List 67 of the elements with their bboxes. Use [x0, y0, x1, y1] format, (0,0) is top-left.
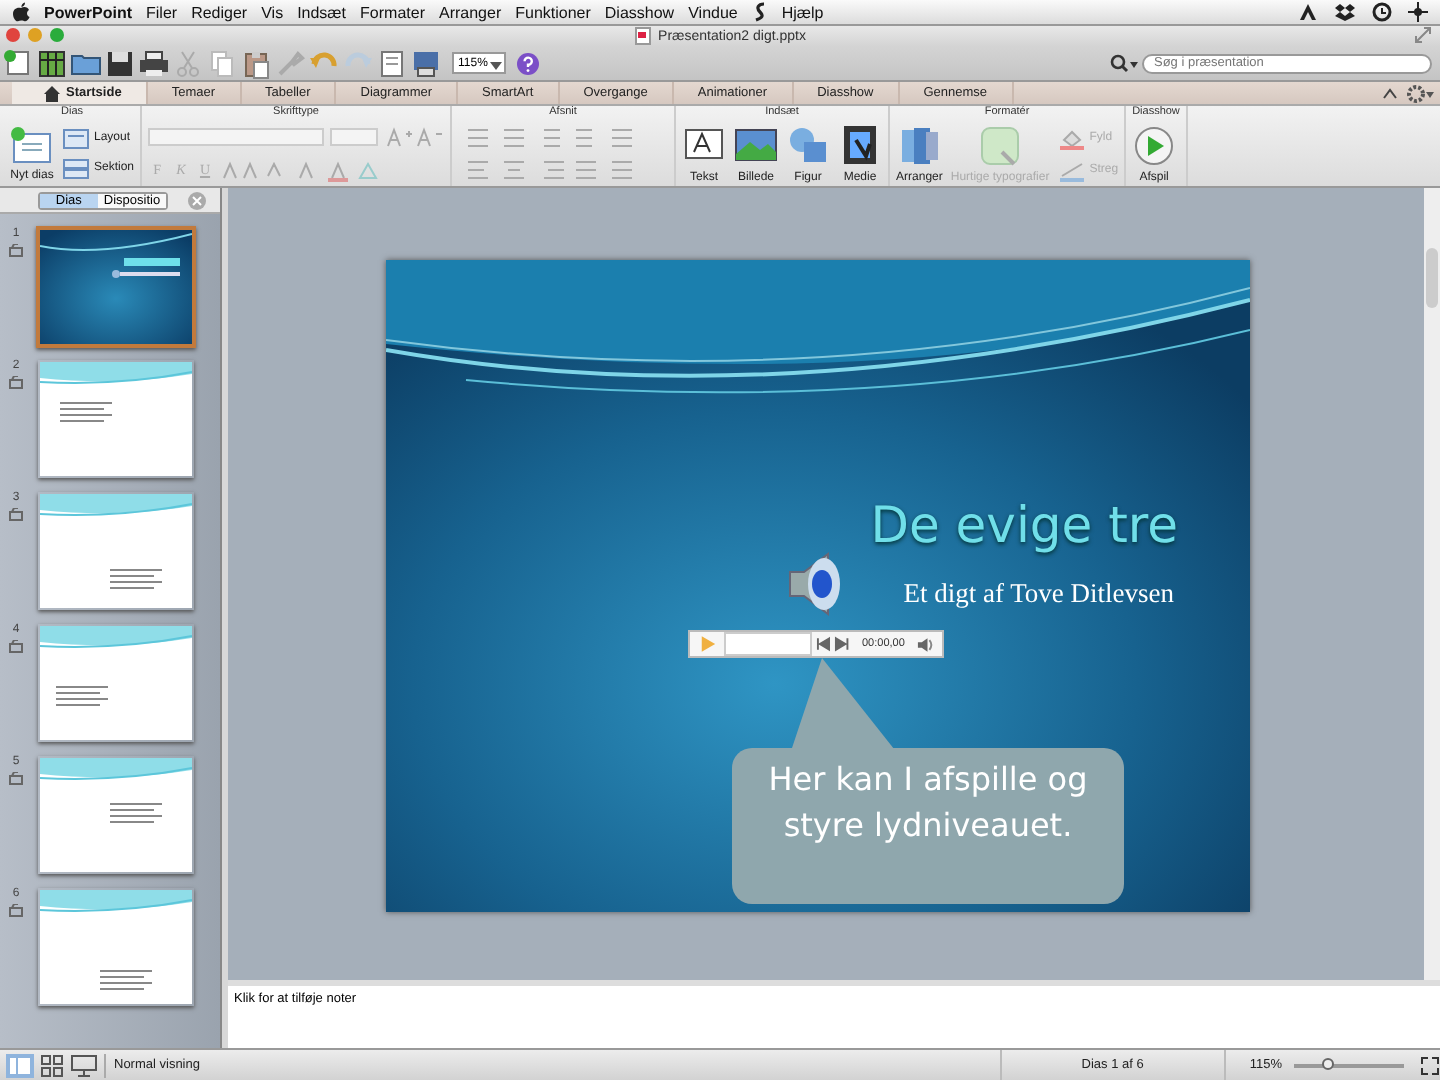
grid-view-icon[interactable]: [38, 1053, 66, 1077]
font-name-field[interactable]: [148, 128, 325, 146]
grow-font-icon: [384, 125, 445, 149]
menu-item[interactable]: Vindue: [688, 3, 738, 21]
slide-thumbnail[interactable]: [38, 492, 194, 610]
volume-icon[interactable]: [916, 635, 936, 653]
section-icon: [62, 157, 90, 179]
menu-item[interactable]: Rediger: [191, 3, 248, 21]
slide-title: De evige tre: [870, 496, 1178, 554]
fill-bucket-icon: [1057, 125, 1086, 149]
fullscreen-icon[interactable]: [1414, 26, 1432, 44]
picture-icon: [734, 123, 779, 167]
fit-window-icon[interactable]: [1420, 1055, 1440, 1075]
slide-thumbnail[interactable]: [36, 226, 196, 348]
apple-icon[interactable]: [12, 2, 30, 22]
box-icon[interactable]: [1334, 2, 1356, 22]
move-icon[interactable]: [1408, 2, 1428, 22]
search-icon: [1110, 53, 1138, 73]
menu-item[interactable]: Formater: [360, 3, 425, 21]
line-icon: [1057, 157, 1086, 181]
menu-item[interactable]: Hjælp: [781, 3, 824, 21]
layout-icon: [62, 127, 90, 149]
script-icon[interactable]: [751, 2, 768, 22]
clock-icon[interactable]: [1372, 2, 1392, 22]
slides-icon[interactable]: [410, 47, 442, 79]
play-icon: [1132, 123, 1177, 167]
arrange-icon: [897, 123, 942, 167]
slide-thumbnail[interactable]: [38, 624, 194, 742]
slide-subtitle: Et digt af Tove Ditlevsen: [903, 578, 1174, 610]
menu-item[interactable]: Funktioner: [515, 3, 591, 21]
animation-icon: [8, 244, 24, 258]
gallery-icon[interactable]: [36, 47, 68, 79]
presenter-view-icon[interactable]: [70, 1053, 98, 1077]
slide-thumbnail[interactable]: [38, 888, 194, 1006]
animation-icon: [8, 772, 24, 786]
slide-thumbnail[interactable]: [38, 756, 194, 874]
help-icon[interactable]: [515, 51, 540, 75]
close-button[interactable]: [6, 28, 20, 42]
app-menu[interactable]: PowerPoint: [44, 3, 133, 21]
quick-styles-icon: [978, 123, 1023, 167]
collapse-icon[interactable]: [1382, 85, 1398, 101]
print-icon[interactable]: [138, 47, 170, 79]
home-icon: [44, 85, 60, 101]
sidebar-icon[interactable]: [376, 47, 408, 79]
font-size-field[interactable]: [330, 128, 379, 146]
menu-item[interactable]: Vis: [261, 3, 284, 21]
save-icon[interactable]: [104, 47, 136, 79]
menu-item[interactable]: Indsæt: [297, 3, 347, 21]
animation-icon: [8, 904, 24, 918]
animation-icon: [8, 640, 24, 654]
new-slide-icon: [10, 125, 54, 165]
menu-item[interactable]: Arranger: [438, 3, 502, 21]
animation-icon: [8, 376, 24, 390]
menu-item[interactable]: Diasshow: [604, 3, 675, 21]
slider-thumb[interactable]: [1321, 1057, 1333, 1069]
adobe-icon[interactable]: [1298, 2, 1318, 22]
shapes-icon: [786, 123, 831, 167]
skip-forward-icon[interactable]: [834, 636, 850, 652]
new-presentation-icon[interactable]: [2, 47, 34, 79]
text-effects-icon: [220, 157, 381, 181]
skip-back-icon[interactable]: [815, 636, 831, 652]
menu-item[interactable]: Filer: [146, 3, 178, 21]
scrollbar[interactable]: [1424, 188, 1440, 980]
slide-thumbnail[interactable]: [38, 360, 194, 478]
animation-icon: [8, 508, 24, 522]
clipboard-icon[interactable]: [240, 47, 272, 79]
settings-icon[interactable]: [1406, 83, 1434, 103]
